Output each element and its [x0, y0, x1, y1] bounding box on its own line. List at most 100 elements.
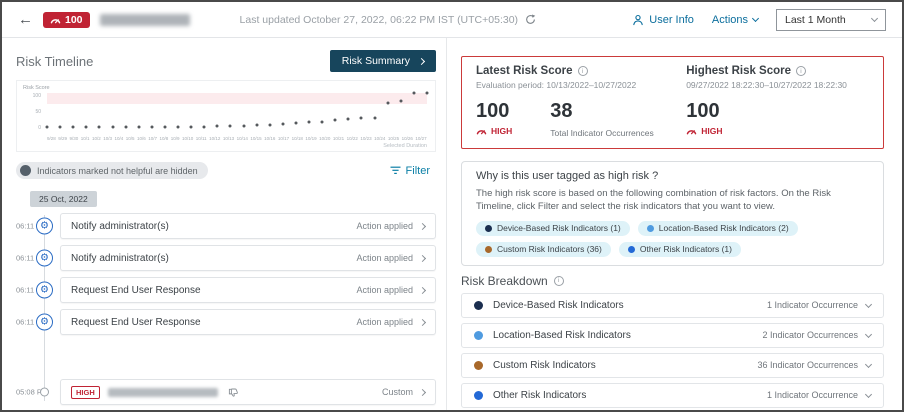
- timeline-axis: [44, 215, 45, 401]
- breakdown-value: 36 Indicator Occurrences: [757, 360, 871, 370]
- last-updated-text: Last updated October 27, 2022, 06:22 PM …: [240, 14, 519, 26]
- highest-stats-row: 100 HIGH: [686, 101, 869, 136]
- risk-score-point: [98, 126, 101, 129]
- chevron-right-icon: [419, 254, 426, 261]
- legend-dot: [628, 246, 635, 253]
- risk-score-point: [150, 126, 153, 129]
- chart-x-axis: 9/289/299/3010/110/210/310/410/510/610/7…: [47, 136, 427, 141]
- event-card[interactable]: HIGH Custom: [60, 379, 436, 405]
- risk-score-point: [229, 125, 232, 128]
- person-icon: [632, 14, 644, 26]
- breakdown-row-other[interactable]: Other Risk Indicators 1 Indicator Occurr…: [461, 383, 884, 408]
- panel-title: Risk Timeline: [16, 54, 93, 69]
- risk-timeline-panel: Risk Timeline Risk Summary Risk Score 10…: [2, 38, 446, 410]
- risk-score-point: [294, 121, 297, 124]
- breakdown-row-location[interactable]: Location-Based Risk Indicators 2 Indicat…: [461, 323, 884, 348]
- event-card[interactable]: Notify administrator(s) Action applied: [60, 213, 436, 239]
- timeline-event: 06:11 PM ⚙ Notify administrator(s) Actio…: [16, 213, 436, 239]
- event-marker-icon: [40, 388, 49, 397]
- chevron-down-icon: [865, 361, 872, 368]
- risk-breakdown-title: Risk Breakdown: [461, 274, 548, 288]
- category-dot: [474, 361, 483, 370]
- chart-y-axis: 100500: [23, 93, 41, 131]
- risk-score-point: [163, 126, 166, 129]
- actions-dropdown[interactable]: Actions: [712, 14, 758, 26]
- event-meta-label: Action applied: [356, 253, 413, 263]
- latest-risk-score-block: Latest Risk Score Evaluation period: 10/…: [476, 65, 686, 138]
- breakdown-value: 2 Indicator Occurrences: [762, 330, 871, 340]
- user-email-redacted: [100, 14, 190, 26]
- legend-pill: Other Risk Indicators (1): [619, 242, 741, 257]
- risk-score-point: [137, 126, 140, 129]
- risk-score-point: [386, 101, 389, 104]
- action-gear-icon: ⚙: [36, 282, 53, 299]
- risk-score-point: [177, 126, 180, 129]
- event-title: Request End User Response: [71, 285, 201, 296]
- why-high-risk-box: Why is this user tagged as high risk ? T…: [461, 161, 884, 266]
- event-meta: Action applied: [356, 221, 425, 231]
- risk-level-badge: HIGH: [686, 126, 722, 136]
- event-card[interactable]: Request End User Response Action applied: [60, 277, 436, 303]
- risk-score-point: [242, 125, 245, 128]
- legend-dot: [485, 225, 492, 232]
- breakdown-label: Device-Based Risk Indicators: [493, 300, 624, 311]
- latest-score-value: 100: [476, 101, 512, 121]
- event-meta-label: Action applied: [356, 317, 413, 327]
- feedback-thumb-icon[interactable]: [228, 387, 239, 398]
- notice-text: Indicators marked not helpful are hidden: [37, 166, 198, 176]
- timeline-event: 06:11 PM ⚙ Notify administrator(s) Actio…: [16, 245, 436, 271]
- risk-level-label: HIGH: [491, 126, 512, 136]
- breakdown-label: Custom Risk Indicators: [493, 360, 596, 371]
- latest-score-header: Latest Risk Score: [476, 65, 686, 77]
- latest-stats-row: 100 HIGH 38 Total Indicator Occurrences: [476, 101, 686, 138]
- event-meta: Action applied: [356, 253, 425, 263]
- topbar-right: User Info Actions Last 1 Month: [632, 9, 886, 31]
- highest-score-header: Highest Risk Score: [686, 65, 869, 77]
- risk-gauge-icon: [686, 127, 697, 135]
- risk-score-point: [203, 126, 206, 129]
- chevron-down-icon: [865, 391, 872, 398]
- risk-score-point: [124, 126, 127, 129]
- evaluation-period: Evaluation period: 10/13/2022–10/27/2022: [476, 80, 686, 90]
- event-card[interactable]: Notify administrator(s) Action applied: [60, 245, 436, 271]
- risk-factor-legend: Device-Based Risk Indicators (1) Locatio…: [476, 221, 869, 257]
- user-risk-score-badge: 100: [43, 12, 90, 28]
- risk-score-chart: Risk Score 100500 9/289/299/3010/110/210…: [16, 80, 436, 152]
- high-risk-chip: HIGH: [71, 386, 100, 399]
- info-icon[interactable]: [796, 66, 806, 76]
- risk-score-summary: Latest Risk Score Evaluation period: 10/…: [461, 56, 884, 149]
- hidden-indicators-notice: Indicators marked not helpful are hidden: [16, 162, 208, 179]
- total-occurrences-label: Total Indicator Occurrences: [550, 128, 653, 138]
- time-range-select[interactable]: Last 1 Month: [776, 9, 886, 31]
- back-arrow-icon[interactable]: ←: [18, 12, 33, 27]
- timeline-header: Risk Timeline Risk Summary: [16, 50, 436, 72]
- risk-summary-button[interactable]: Risk Summary: [330, 50, 436, 72]
- breakdown-row-device[interactable]: Device-Based Risk Indicators 1 Indicator…: [461, 293, 884, 318]
- breakdown-label: Other Risk Indicators: [493, 390, 586, 401]
- highest-score-value: 100: [686, 101, 722, 121]
- actions-label: Actions: [712, 14, 748, 26]
- legend-pill: Device-Based Risk Indicators (1): [476, 221, 630, 236]
- refresh-icon[interactable]: [525, 14, 536, 25]
- user-info-link[interactable]: User Info: [632, 14, 694, 26]
- breakdown-value: 1 Indicator Occurrence: [767, 390, 871, 400]
- risk-score-point: [281, 123, 284, 126]
- info-icon[interactable]: [578, 66, 588, 76]
- event-title: Notify administrator(s): [71, 221, 169, 232]
- legend-pill: Location-Based Risk Indicators (2): [638, 221, 798, 236]
- event-meta-label: Custom: [382, 387, 413, 397]
- action-gear-icon: ⚙: [36, 314, 53, 331]
- risk-score-point: [255, 124, 258, 127]
- breakdown-count: 1 Indicator Occurrence: [767, 300, 858, 310]
- breakdown-row-custom[interactable]: Custom Risk Indicators 36 Indicator Occu…: [461, 353, 884, 378]
- event-card[interactable]: Request End User Response Action applied: [60, 309, 436, 335]
- chevron-right-icon: [419, 318, 426, 325]
- breakdown-count: 36 Indicator Occurrences: [757, 360, 858, 370]
- risk-score-point: [111, 126, 114, 129]
- info-icon[interactable]: [554, 276, 564, 286]
- filter-link[interactable]: Filter: [390, 165, 430, 177]
- timeline-event: 05:08 PM HIGH Custom: [16, 379, 436, 405]
- risk-score-point: [72, 126, 75, 129]
- category-dot: [474, 301, 483, 310]
- legend-label: Other Risk Indicators (1): [640, 244, 732, 254]
